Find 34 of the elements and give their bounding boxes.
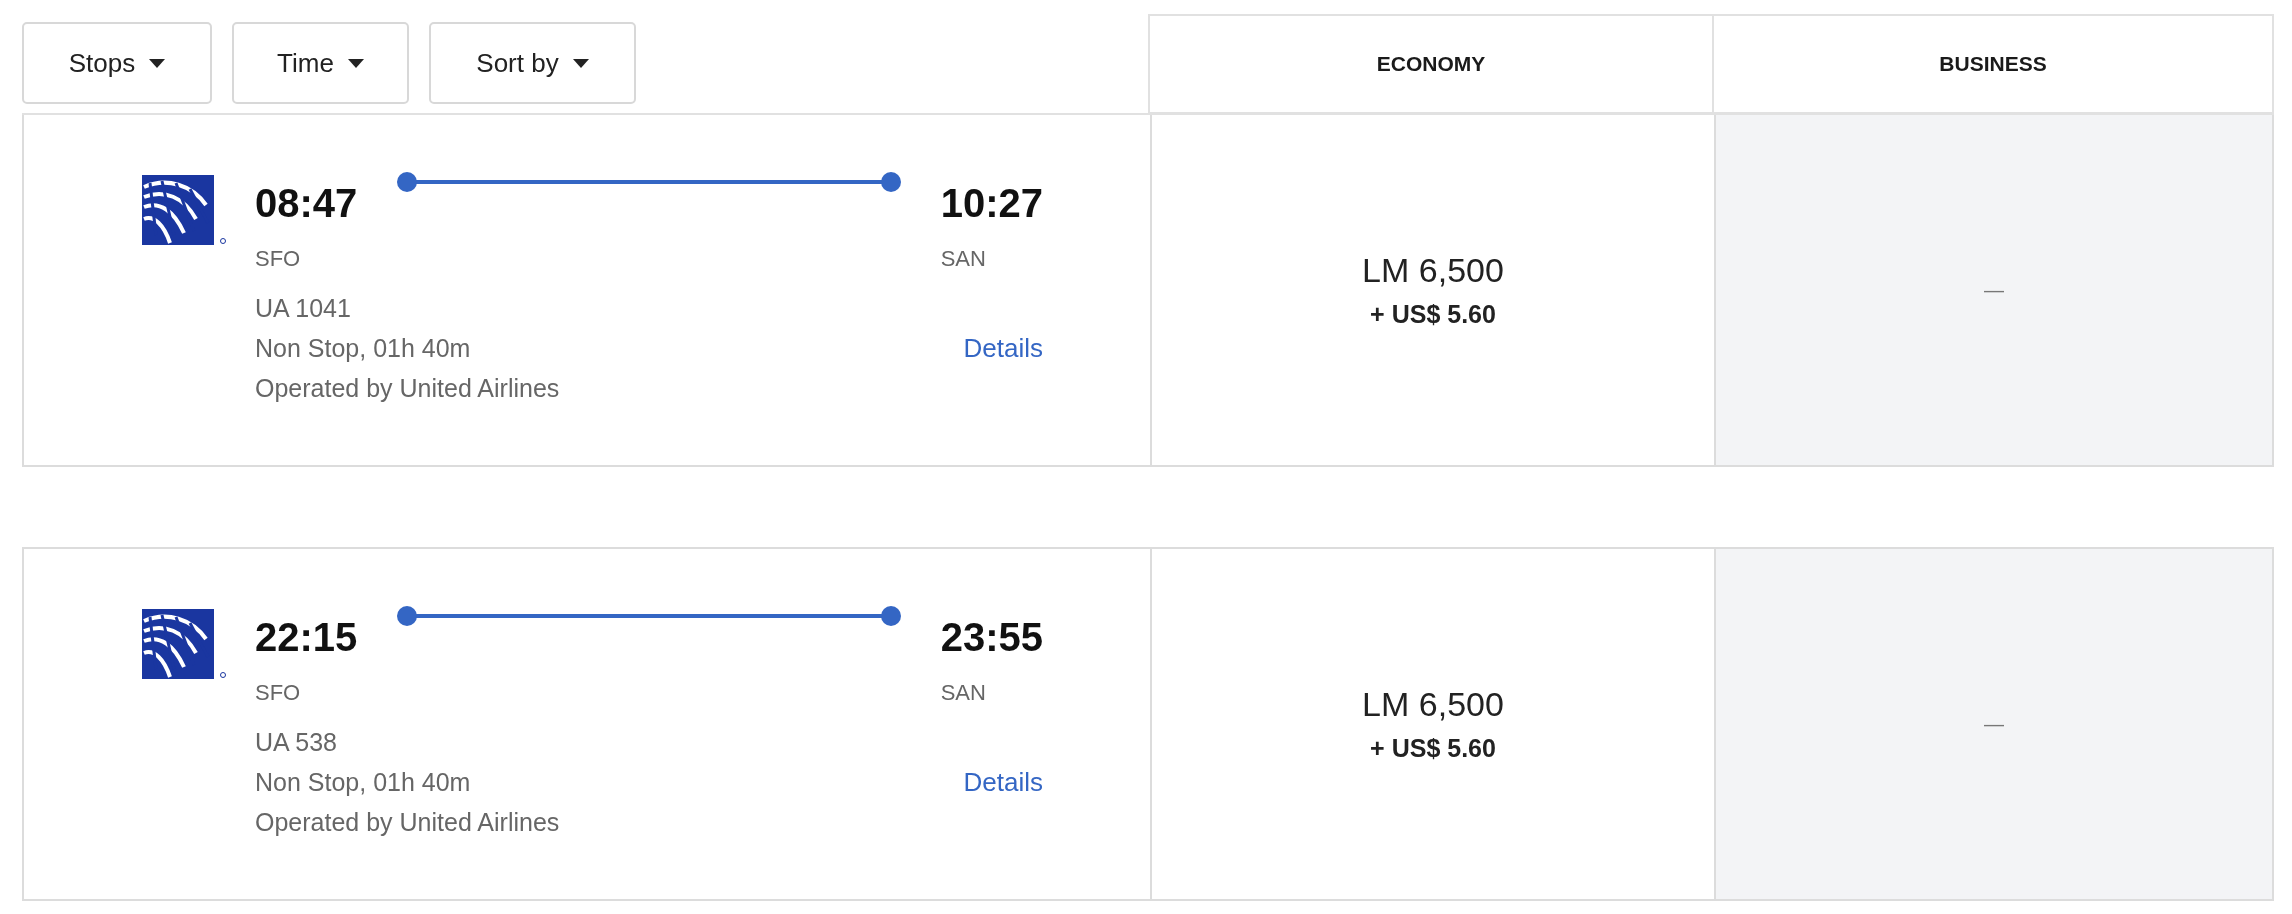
filter-dropdown[interactable]: Stops	[22, 22, 212, 104]
caret-icon	[572, 58, 589, 68]
fare-price: LM 6,500	[1362, 251, 1504, 290]
operator-text: Operated by United Airlines	[255, 374, 560, 403]
airline-logo-icon	[142, 175, 228, 247]
flight-duration: Non Stop, 01h 40m	[255, 768, 472, 797]
caret-icon	[347, 58, 364, 68]
unavailable-text: —	[1984, 278, 2004, 302]
filter-dropdown[interactable]: Time	[232, 22, 409, 104]
caret-icon	[149, 58, 166, 68]
flight-number: UA 1041	[255, 294, 352, 323]
airport-code: SAN	[940, 246, 987, 272]
details-link[interactable]: Details	[963, 767, 1043, 798]
flight-duration: Non Stop, 01h 40m	[255, 334, 472, 363]
departure-time: 08:47	[255, 181, 358, 226]
column-header: ECONOMY	[1148, 16, 1712, 112]
fare-price: LM 6,500	[1362, 685, 1504, 724]
filter-dropdown[interactable]: Sort by	[429, 22, 636, 104]
airport-code: SFO	[255, 680, 302, 706]
fare-taxes: + US$ 5.60	[1370, 734, 1496, 763]
fare-cell[interactable]: —	[1714, 115, 2272, 465]
fare-taxes: + US$ 5.60	[1370, 300, 1496, 329]
column-header: BUSINESS	[1712, 16, 2274, 112]
airport-code: SAN	[940, 680, 987, 706]
arrival-time: 10:27	[940, 181, 1043, 226]
flight-number: UA 538	[255, 728, 338, 757]
arrival-time: 23:55	[940, 615, 1043, 660]
details-link[interactable]: Details	[963, 333, 1043, 364]
airline-logo-icon	[142, 609, 228, 681]
unavailable-text: —	[1984, 712, 2004, 736]
airport-code: SFO	[255, 246, 302, 272]
operator-text: Operated by United Airlines	[255, 808, 560, 837]
fare-cell[interactable]: —	[1714, 549, 2272, 899]
departure-time: 22:15	[255, 615, 358, 660]
